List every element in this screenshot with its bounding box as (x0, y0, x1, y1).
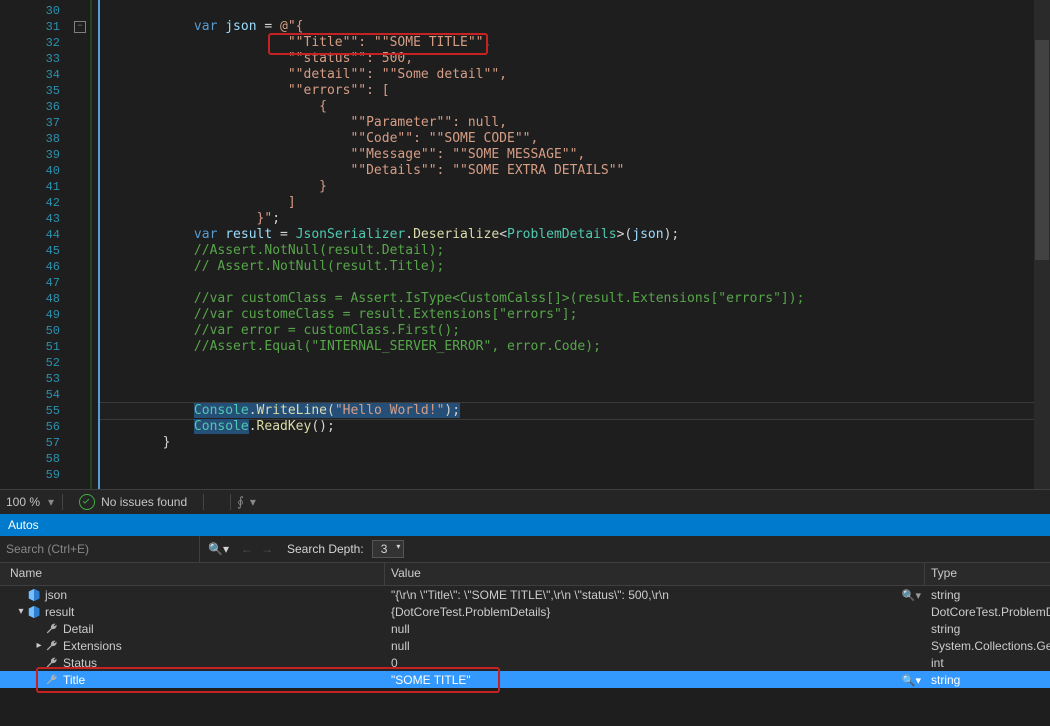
variable-value[interactable]: 0 (385, 656, 925, 670)
variable-name: Detail (63, 622, 94, 636)
search-depth-dropdown[interactable]: 3▾ (372, 540, 405, 558)
issues-text: No issues found (101, 495, 187, 509)
autos-panel-header[interactable]: Autos (0, 514, 1050, 536)
change-markers (90, 0, 100, 489)
variable-value[interactable]: null (385, 622, 925, 636)
fold-collapse-icon[interactable]: − (74, 21, 86, 33)
column-header-value[interactable]: Value (385, 563, 925, 585)
variable-row[interactable]: Status 0int (0, 654, 1050, 671)
search-placeholder: Search (Ctrl+E) (6, 542, 89, 556)
line-number-gutter: 3031323334353637383940414243444546474849… (0, 0, 70, 489)
text-visualizer-icon[interactable]: 🔍▾ (902, 589, 921, 602)
vertical-scrollbar[interactable] (1034, 0, 1050, 489)
column-header-name[interactable]: Name (0, 563, 385, 585)
variable-value[interactable]: {DotCoreTest.ProblemDetails} (385, 605, 925, 619)
zoom-level[interactable]: 100 % (0, 495, 46, 509)
variable-value[interactable]: null (385, 639, 925, 653)
search-next-icon[interactable]: → (261, 542, 273, 556)
variable-icon (27, 605, 41, 619)
variable-value[interactable]: "SOME TITLE"🔍▾ (385, 673, 925, 687)
variable-type: int (925, 656, 1050, 670)
search-input[interactable]: Search (Ctrl+E) (0, 536, 200, 562)
autos-title: Autos (8, 518, 39, 532)
search-icon[interactable]: 🔍▾ (200, 542, 237, 556)
variable-row[interactable]: json "{\r\n \"Title\": \"SOME TITLE\",\r\… (0, 586, 1050, 603)
search-prev-icon[interactable]: ← (241, 542, 253, 556)
text-visualizer-icon[interactable]: 🔍▾ (902, 674, 921, 687)
expander-icon[interactable]: ▸ (33, 640, 45, 651)
variable-type: string (925, 673, 1050, 687)
flame-dropdown-icon[interactable]: ▾ (248, 495, 258, 509)
expander-icon[interactable]: ▾ (15, 606, 27, 617)
variable-type: string (925, 622, 1050, 636)
autos-grid-body[interactable]: json "{\r\n \"Title\": \"SOME TITLE\",\r\… (0, 586, 1050, 688)
search-depth-label: Search Depth: (287, 542, 364, 556)
variable-type: DotCoreTest.ProblemD (925, 605, 1050, 619)
variable-name: result (45, 605, 74, 619)
autos-search-row: Search (Ctrl+E) 🔍▾ ← → Search Depth: 3▾ (0, 536, 1050, 563)
variable-row[interactable]: Title "SOME TITLE"🔍▾string (0, 671, 1050, 688)
editor-status-bar: 100 % ▾ No issues found ∮ ▾ (0, 489, 1050, 514)
property-icon (45, 639, 59, 653)
variable-name: Extensions (63, 639, 122, 653)
flame-icon[interactable]: ∮ (237, 494, 244, 510)
property-icon (45, 673, 59, 687)
check-icon (79, 494, 95, 510)
code-content[interactable]: var json = @"{ ""Title"": ""SOME TITLE""… (100, 0, 1034, 489)
zoom-dropdown-icon[interactable]: ▾ (46, 495, 56, 509)
issues-indicator[interactable]: No issues found (69, 494, 197, 510)
column-header-type[interactable]: Type (925, 563, 1050, 585)
code-editor[interactable]: 3031323334353637383940414243444546474849… (0, 0, 1050, 489)
property-icon (45, 656, 59, 670)
fold-margin[interactable]: − (70, 0, 90, 489)
variable-row[interactable]: Detail nullstring (0, 620, 1050, 637)
autos-grid-header: Name Value Type (0, 563, 1050, 586)
variable-type: System.Collections.Ger (925, 639, 1050, 653)
scrollbar-thumb[interactable] (1035, 40, 1049, 260)
property-icon (45, 622, 59, 636)
variable-name: json (45, 588, 67, 602)
variable-name: Status (63, 656, 97, 670)
variable-value[interactable]: "{\r\n \"Title\": \"SOME TITLE\",\r\n \"… (385, 588, 925, 602)
variable-icon (27, 588, 41, 602)
variable-type: string (925, 588, 1050, 602)
variable-name: Title (63, 673, 85, 687)
variable-row[interactable]: ▸ Extensions nullSystem.Collections.Ger (0, 637, 1050, 654)
variable-row[interactable]: ▾ result {DotCoreTest.ProblemDetails}DotCo… (0, 603, 1050, 620)
